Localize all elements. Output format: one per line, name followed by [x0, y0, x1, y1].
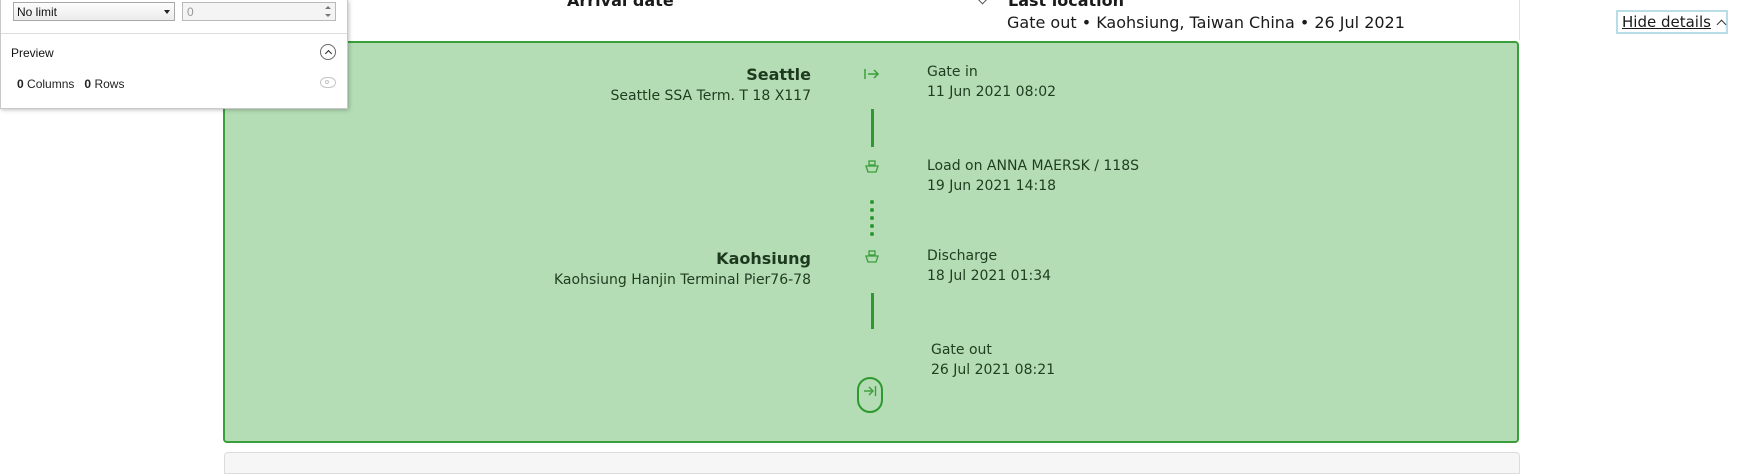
rows-label: Rows [94, 77, 125, 91]
transport-timeline-panel: Seattle Seattle SSA Term. T 18 X117 Kaoh… [223, 41, 1519, 443]
collapse-preview-button[interactable] [320, 44, 336, 60]
preview-dialog: No limit 0 Preview 0 Columns 0 Rows [0, 0, 348, 109]
hide-details-label: Hide details [1622, 13, 1711, 31]
limit-select-value: No limit [17, 5, 58, 19]
preview-counts: 0 Columns 0 Rows [17, 77, 124, 91]
event-label: Load on ANNA MAERSK / 118S [927, 158, 1139, 174]
dropdown-arrow-icon [164, 10, 170, 14]
event-date: 26 Jul 2021 08:21 [931, 362, 1056, 378]
location-city: Kaohsiung [716, 249, 811, 268]
limit-number-value: 0 [187, 5, 194, 19]
columns-count: 0 [17, 77, 24, 91]
timeline-connector [871, 293, 874, 329]
location-city: Seattle [746, 65, 811, 84]
location-terminal: Kaohsiung Hanjin Terminal Pier76-78 [554, 272, 811, 288]
last-location-value: Gate out • Kaohsiung, Taiwan China • 26 … [1007, 13, 1405, 32]
preview-title: Preview [11, 46, 54, 60]
location-destination: Kaohsiung Kaohsiung Hanjin Terminal Pier… [554, 249, 811, 288]
vessel-icon [862, 159, 882, 178]
event-date: 19 Jun 2021 14:18 [927, 178, 1057, 194]
columns-label: Columns [27, 77, 75, 91]
event-label: Gate in [927, 64, 978, 80]
chevron-up-icon [324, 49, 332, 58]
location-origin: Seattle Seattle SSA Term. T 18 X117 [611, 65, 811, 104]
tracking-header: Arrival date Last location Gate out • Ka… [224, 0, 1728, 40]
vessel-icon [862, 249, 882, 268]
timeline-connector [871, 109, 874, 147]
rows-count: 0 [84, 77, 92, 91]
event-item: Gate in 11 Jun 2021 08:02 [927, 62, 1056, 102]
eye-icon[interactable] [320, 77, 336, 88]
event-item: Load on ANNA MAERSK / 118S 19 Jun 2021 1… [927, 156, 1139, 196]
gate-out-icon [857, 377, 883, 413]
next-card [224, 452, 1520, 474]
timeline-dotted-connector [870, 200, 875, 240]
hide-details-button[interactable]: Hide details [1616, 10, 1728, 34]
chevron-up-icon [1716, 19, 1727, 29]
location-terminal: Seattle SSA Term. T 18 X117 [610, 88, 811, 104]
chevron-down-icon[interactable] [977, 0, 988, 5]
event-item: Discharge 18 Jul 2021 01:34 [927, 246, 1051, 286]
last-location-heading: Last location [1008, 0, 1125, 10]
event-date: 18 Jul 2021 01:34 [927, 268, 1052, 284]
arrival-date-heading: Arrival date [567, 0, 674, 10]
event-label: Gate out [931, 342, 992, 358]
dialog-divider [1, 33, 347, 34]
event-date: 11 Jun 2021 08:02 [927, 84, 1057, 100]
limit-select[interactable]: No limit [13, 2, 175, 21]
limit-number-stepper[interactable]: 0 [182, 2, 336, 21]
event-item: Gate out 26 Jul 2021 08:21 [931, 340, 1055, 380]
stepper-down-icon[interactable] [325, 14, 331, 17]
stepper-up-icon[interactable] [325, 6, 331, 9]
gate-in-icon [862, 67, 882, 84]
event-label: Discharge [927, 248, 998, 264]
